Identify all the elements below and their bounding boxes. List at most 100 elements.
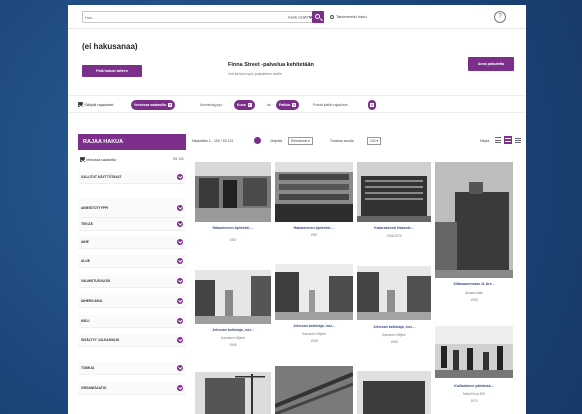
facet-usage-rights[interactable]: SALLITUT KÄYTTÖTAVAT	[78, 171, 186, 184]
facet-label: TEKIJÄ	[81, 222, 93, 226]
close-icon: ✕	[370, 103, 374, 107]
search-box: Kaikki sisältö	[82, 11, 324, 23]
save-search-button[interactable]: Pidä hakusi talteen	[82, 65, 142, 77]
facet-label: KIELI	[81, 319, 90, 323]
result-thumbnail[interactable]	[275, 162, 353, 222]
facet-label: AINEISTOTYYPPI	[81, 206, 109, 210]
result-thumbnail[interactable]	[275, 264, 353, 320]
advanced-search-label: Tarkennettu haku	[336, 14, 367, 19]
remove-all-filters-link[interactable]: Poista kaikki rajaukset	[313, 103, 348, 107]
filter-pill-online[interactable]: Verkossa saatavilla ✕	[131, 100, 176, 110]
keep-filters-checkbox[interactable]: Säilytä rajaukset	[78, 102, 113, 107]
grid-view-icon[interactable]	[504, 136, 512, 144]
facet-label: AIHE	[81, 240, 89, 244]
result-title[interactable]: Siltasaarenkatu 11 Are...	[435, 282, 513, 286]
result-title[interactable]: Jehovan todistaja, insi...	[357, 325, 431, 329]
facet-organisation[interactable]: ORGANISAATIO	[78, 382, 186, 395]
search-scope-select[interactable]: Kaikki sisältö	[288, 14, 313, 20]
result-title[interactable]: Hakaniemen Apteekki ...	[195, 226, 271, 230]
result-thumbnail[interactable]	[195, 372, 271, 414]
result-year: 1935	[470, 298, 478, 302]
result-card[interactable]	[275, 366, 353, 414]
result-thumbnail[interactable]	[195, 270, 271, 324]
advanced-search-link[interactable]: Tarkennettu haku	[330, 14, 367, 19]
result-title[interactable]: Katurakennä Hakanie...	[357, 226, 431, 230]
result-card[interactable]	[357, 371, 431, 414]
sort-select[interactable]: Relevanssi ▾	[288, 137, 313, 145]
facet-subject[interactable]: AIHE	[78, 236, 186, 249]
help-icon[interactable]: ?	[494, 11, 506, 23]
search-input[interactable]	[85, 13, 275, 22]
facet-creation-year[interactable]: VALMISTUSVUOSI	[78, 275, 186, 288]
facet-author[interactable]: TEKIJÄ	[78, 218, 186, 231]
result-title[interactable]: Jehovan todistaja, insi...	[275, 324, 353, 328]
result-card[interactable]: Siltasaarenkatu 11 Are... Alvaas Kalle 1…	[435, 162, 513, 312]
chevron-down-icon	[177, 278, 183, 284]
compact-view-icon[interactable]	[514, 136, 522, 144]
result-title[interactable]: Hakaniemen Apteekki ...	[275, 226, 353, 230]
result-thumbnail[interactable]	[195, 162, 271, 222]
result-title[interactable]: Jehovan todistaja, insi...	[195, 328, 271, 332]
result-thumbnail[interactable]	[435, 326, 513, 378]
building-photo	[357, 371, 431, 414]
remove-all-filters-button[interactable]: ✕	[368, 100, 376, 110]
result-card[interactable]: Jehovan todistaja, insi... Kanninen Vilj…	[195, 270, 271, 360]
info-icon[interactable]	[254, 137, 261, 144]
result-author: Kanninen Viljemi	[221, 336, 245, 340]
result-year: 1945	[390, 340, 398, 344]
street-view-photo	[275, 264, 353, 320]
online-only-checkbox[interactable]: Verkossa saatavilla 59 131	[80, 157, 184, 162]
facet-contained-in[interactable]: SISÄLTYY JULKAISUUN	[78, 334, 186, 347]
facet-actor[interactable]: TOIMIJA	[78, 362, 186, 375]
rail-yard-photo	[275, 366, 353, 414]
facet-format[interactable]: AINEISTOTYYPPI	[78, 198, 186, 218]
result-thumbnail[interactable]	[435, 162, 513, 278]
active-filters-bar: Säilytä rajaukset Verkossa saatavilla ✕ A…	[68, 95, 526, 113]
result-card[interactable]: Kallioiainen päivänsk... Moisi Eeva 309 …	[435, 326, 513, 414]
street-corner-photo	[435, 162, 513, 278]
filter-pill-image[interactable]: Kuva ✕	[234, 100, 255, 110]
result-author: Kanninen Viljemi	[382, 333, 406, 337]
filter-pill-label: Paikka	[279, 103, 291, 107]
pharmacy-interior-photo	[275, 162, 353, 222]
chevron-down-icon	[177, 337, 183, 343]
facet-label: AIHEEN AIKA	[81, 299, 103, 303]
result-thumbnail[interactable]	[275, 366, 353, 414]
format-filter-label: Aineistotyyppi:	[200, 103, 223, 107]
keep-filters-label: Säilytä rajaukset	[84, 102, 114, 107]
facet-language[interactable]: KIELI	[78, 315, 186, 328]
result-thumbnail[interactable]	[357, 162, 431, 222]
result-card[interactable]: Hakaniemen Apteekki ... 1987	[275, 162, 353, 250]
per-page-label: Tuloksia sivulla	[330, 139, 354, 143]
facet-label: SALLITUT KÄYTTÖTAVAT	[81, 175, 122, 179]
filter-pill-place[interactable]: Paikka ✕	[276, 100, 300, 110]
close-icon: ✕	[292, 103, 297, 107]
result-card[interactable]: Katurakennä Hakanie... 1968-1970	[357, 162, 431, 250]
facet-region[interactable]: ALUE	[78, 255, 186, 268]
result-card[interactable]: Jehovan todistaja, insi... Kanninen Vilj…	[357, 266, 431, 360]
result-thumbnail[interactable]	[357, 371, 431, 414]
sort-value: Relevanssi	[291, 139, 308, 143]
facet-subject-time[interactable]: AIHEEN AIKA	[78, 295, 186, 308]
result-card[interactable]: Hakaniemen Apteekki ... 1987	[195, 162, 271, 250]
per-page-value: 100	[370, 139, 376, 143]
checkbox-icon	[78, 102, 83, 107]
result-card[interactable]: Jehovan todistaja, insi... Kanninen Vilj…	[275, 264, 353, 360]
online-only-label: Verkossa saatavilla	[85, 158, 116, 162]
result-card[interactable]	[195, 372, 271, 414]
search-button[interactable]	[312, 11, 324, 23]
construction-photo	[195, 372, 271, 414]
result-year: 1987	[229, 238, 237, 242]
top-bar: Kaikki sisältö Tarkennettu haku ?	[68, 5, 526, 29]
chevron-down-icon	[177, 221, 183, 227]
per-page-select[interactable]: 100 ▾	[367, 137, 382, 145]
chevron-down-icon	[177, 318, 183, 324]
refine-search-header: RAJAA HAKUA	[78, 134, 186, 150]
street-view-photo	[357, 266, 431, 320]
result-title[interactable]: Kallioiainen päivänsk...	[435, 384, 513, 388]
pharmacy-photo	[195, 162, 271, 222]
feedback-button[interactable]: Anna palautetta	[468, 57, 514, 71]
result-thumbnail[interactable]	[357, 266, 431, 320]
filter-or-label: tai	[267, 103, 271, 107]
list-view-icon[interactable]	[494, 136, 502, 144]
